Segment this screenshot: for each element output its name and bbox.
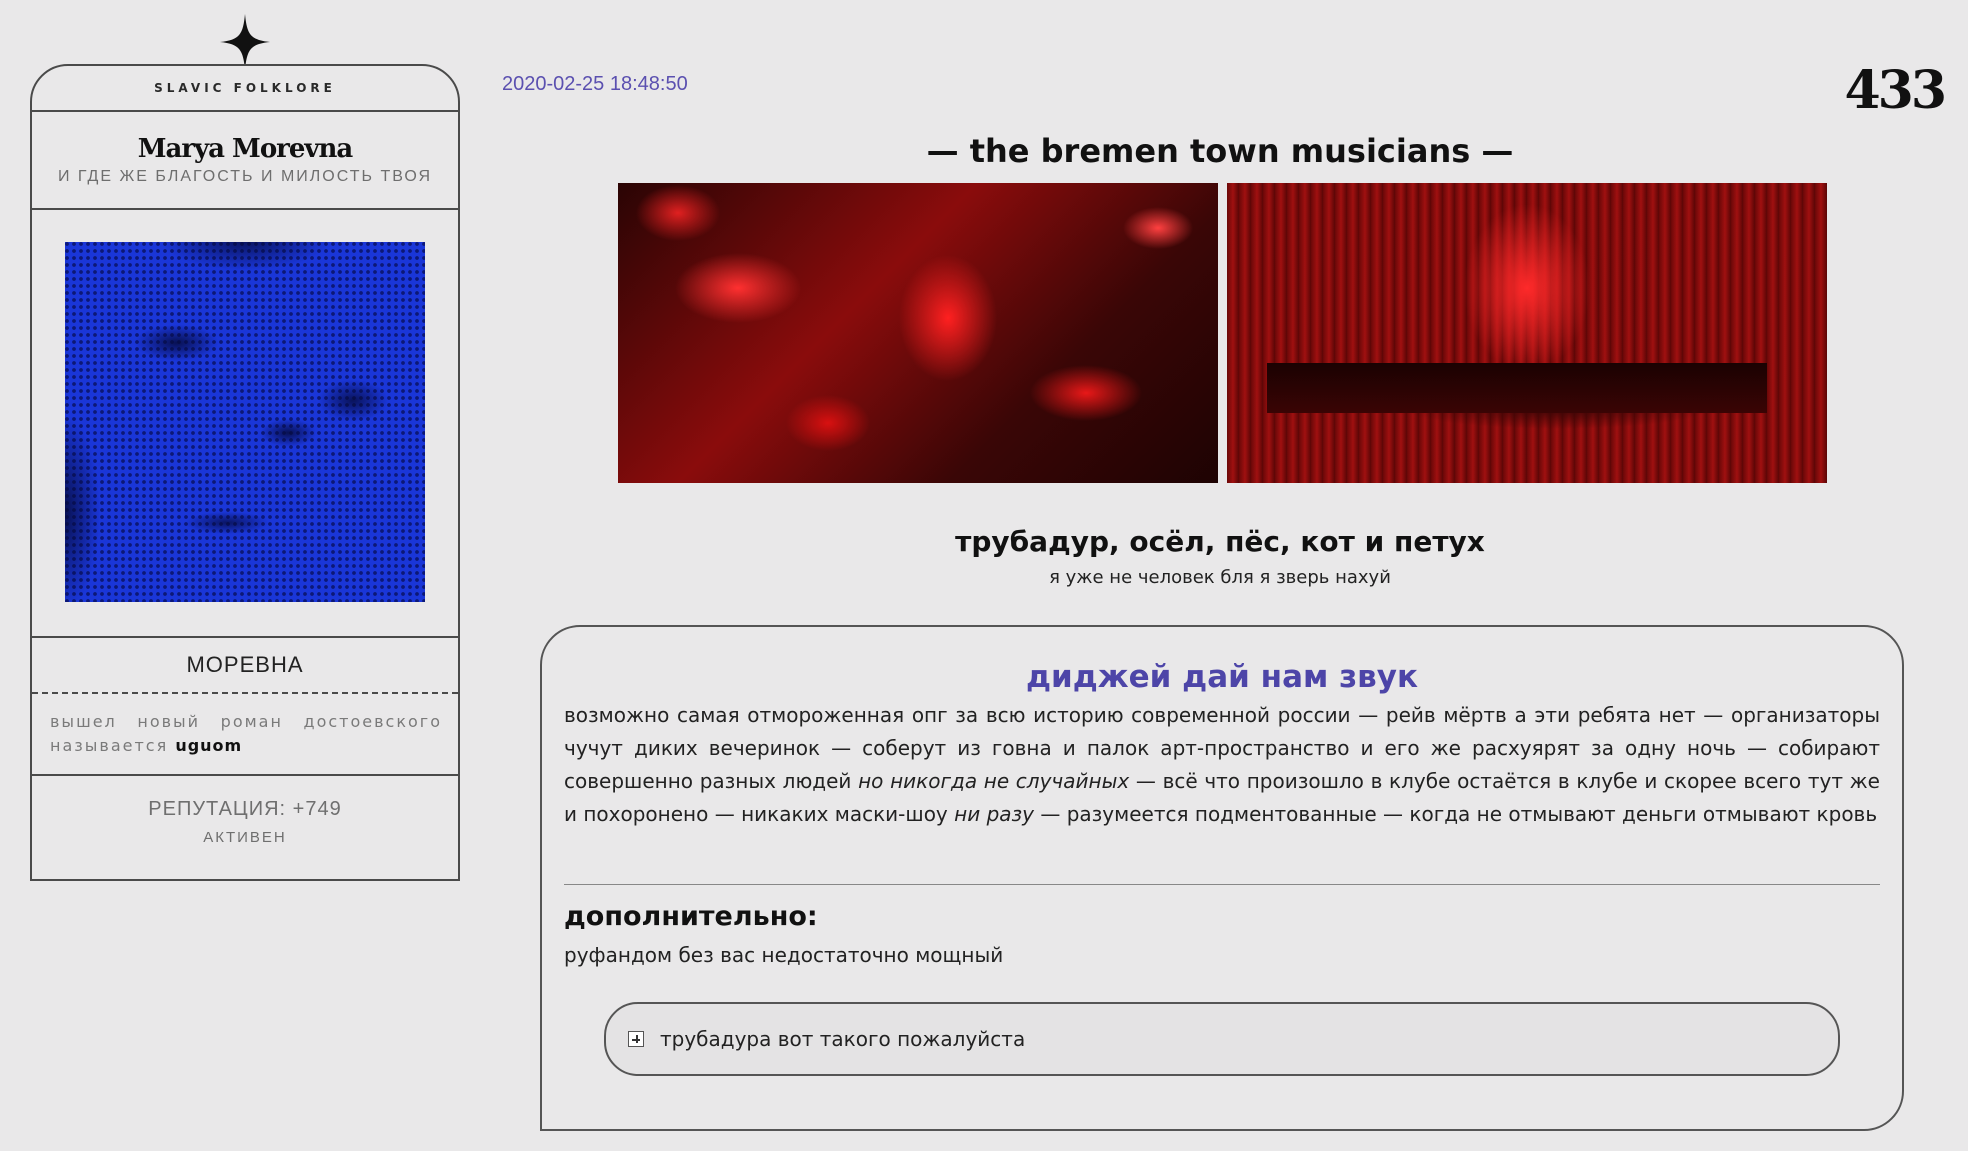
star-icon: [220, 14, 270, 70]
post-timestamp: 2020-02-25 18:48:50: [502, 73, 688, 95]
nickname: МОРЕВНА: [186, 652, 304, 677]
name-section: Marya Morevna И ГДЕ ЖЕ БЛАГОСТЬ И МИЛОСТ…: [32, 112, 458, 210]
extra-heading: дополнительно:: [564, 901, 818, 932]
extra-text: руфандом без вас недостаточно мощный: [564, 943, 1004, 967]
post-number: 433: [1844, 60, 1947, 121]
status-section: вышел новый роман достоевского называетс…: [32, 694, 458, 776]
plus-box-icon[interactable]: [628, 1031, 644, 1047]
profile-card: SLAVIC FOLKLORE Marya Morevna И ГДЕ ЖЕ Б…: [30, 64, 460, 881]
profile-name[interactable]: Marya Morevna: [32, 134, 458, 164]
divider: [564, 884, 1880, 885]
body-italic-1: но никогда не случайных: [858, 769, 1130, 793]
reputation: РЕПУТАЦИЯ: +749: [148, 798, 342, 820]
spoiler-toggle[interactable]: трубадура вот такого пожалуйста: [604, 1002, 1840, 1076]
box-title: диджей дай нам звук: [1026, 659, 1418, 695]
post-image-crowd[interactable]: [618, 183, 1218, 483]
reputation-section: РЕПУТАЦИЯ: +749 АКТИВЕН: [32, 776, 458, 879]
avatar-section: [32, 210, 458, 638]
avatar[interactable]: [65, 242, 425, 602]
body-part-3: — разумеется подментованные — когда не о…: [1034, 802, 1878, 826]
song-title: трубадур, осёл, пёс, кот и петух: [955, 525, 1485, 558]
status-text: вышел новый роман достоевского называетс…: [50, 710, 442, 758]
profile-subtitle: И ГДЕ ЖЕ БЛАГОСТЬ И МИЛОСТЬ ТВОЯ: [57, 168, 433, 185]
activity-status: АКТИВЕН: [203, 829, 287, 846]
body-italic-2: ни разу: [954, 802, 1034, 826]
nickname-section: МОРЕВНА: [32, 638, 458, 694]
spoiler-label[interactable]: трубадура вот такого пожалуйста: [660, 1027, 1025, 1051]
post-title: — the bremen town musicians —: [926, 132, 1514, 170]
status-highlight: uguom: [175, 736, 243, 755]
status-text-main: вышел новый роман достоевского называетс…: [50, 712, 442, 755]
group-header: SLAVIC FOLKLORE: [32, 66, 458, 112]
tagline: я уже не человек бля я зверь нахуй: [1049, 567, 1391, 588]
body-text: возможно самая отмороженная опг за всю и…: [564, 699, 1880, 831]
content-box: диджей дай нам звук возможно самая отмор…: [540, 625, 1904, 1131]
group-label[interactable]: SLAVIC FOLKLORE: [154, 81, 336, 95]
post-image-dj[interactable]: [1227, 183, 1827, 483]
